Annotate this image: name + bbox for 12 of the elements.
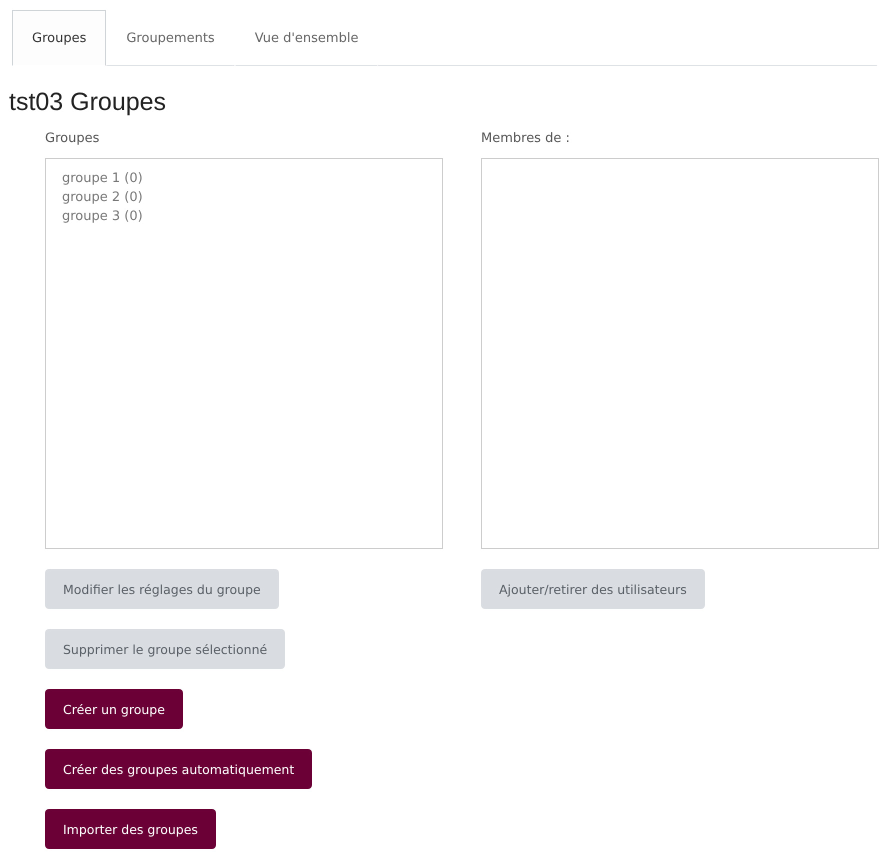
group-option[interactable]: groupe 1 (0) xyxy=(62,169,426,188)
members-list[interactable] xyxy=(481,158,879,549)
action-button[interactable]: Importer des groupes xyxy=(45,809,216,849)
action-button[interactable]: Créer un groupe xyxy=(45,689,183,729)
tab[interactable]: Groupes xyxy=(12,10,106,66)
group-option[interactable]: groupe 3 (0) xyxy=(62,207,426,226)
action-button[interactable]: Créer des groupes automatiquement xyxy=(45,749,312,789)
groups-list[interactable]: groupe 1 (0) groupe 2 (0) groupe 3 (0) xyxy=(45,158,443,549)
groups-label: Groupes xyxy=(45,131,100,146)
group-option[interactable]: groupe 2 (0) xyxy=(62,188,426,207)
members-label: Membres de : xyxy=(481,131,570,146)
page-title: tst03 Groupes xyxy=(9,88,168,117)
